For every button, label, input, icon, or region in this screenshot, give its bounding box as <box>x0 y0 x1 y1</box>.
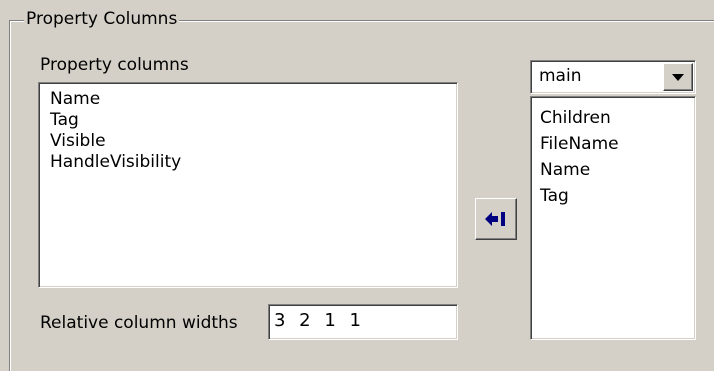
list-item[interactable]: FileName <box>540 131 695 157</box>
list-item[interactable]: Tag <box>50 110 457 131</box>
relative-column-widths-label: Relative column widths <box>40 313 238 333</box>
available-properties-listbox[interactable]: Children FileName Name Tag <box>530 96 696 340</box>
list-item[interactable]: Tag <box>540 183 695 209</box>
column-source-select[interactable]: main <box>530 60 696 94</box>
list-item[interactable]: Name <box>540 157 695 183</box>
groupbox-title: Property Columns <box>24 8 180 30</box>
relative-column-widths-input[interactable]: 3 2 1 1 <box>268 304 458 340</box>
property-columns-label: Property columns <box>40 55 189 75</box>
list-item[interactable]: Visible <box>50 131 457 152</box>
list-item[interactable]: Children <box>540 105 695 131</box>
move-left-button[interactable] <box>475 198 517 240</box>
list-item[interactable]: HandleVisibility <box>50 152 457 173</box>
dropdown-button[interactable] <box>663 63 693 91</box>
select-value: main <box>539 66 582 86</box>
property-columns-listbox[interactable]: Name Tag Visible HandleVisibility <box>38 82 458 288</box>
chevron-down-icon <box>672 74 684 81</box>
property-columns-panel: Property Columns Property columns Name T… <box>0 0 714 371</box>
list-item[interactable]: Name <box>50 89 457 110</box>
